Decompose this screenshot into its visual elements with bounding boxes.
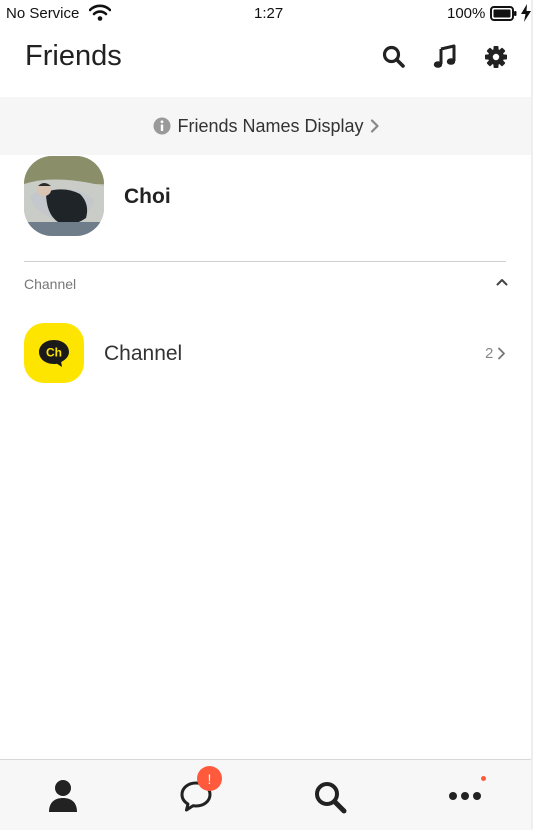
channel-icon-text: Ch [46,346,62,360]
friends-names-display-banner[interactable]: Friends Names Display [0,97,533,155]
tab-chats[interactable] [156,760,236,830]
divider [24,261,506,262]
search-icon[interactable] [381,44,407,70]
music-icon[interactable] [432,44,458,70]
channel-section-header: Channel [24,276,508,296]
my-profile-row[interactable]: Choi [0,155,533,237]
battery-percentage: 100% [447,5,486,22]
avatar[interactable] [24,156,104,236]
gear-icon[interactable] [483,44,509,70]
more-notification-dot [481,776,486,781]
channel-item-label: Channel [104,342,183,365]
clock-time: 1:27 [254,5,284,22]
carrier-label: No Service [6,5,80,22]
tab-bar [0,759,533,830]
page-title: Friends [25,40,122,72]
channel-count: 2 [485,345,494,362]
chevron-up-icon[interactable] [496,276,508,288]
tab-more[interactable] [425,760,505,830]
person-icon [49,780,77,812]
tab-search[interactable] [290,760,370,830]
chat-unread-badge: ! [197,766,222,791]
channel-icon: Ch [24,323,84,383]
chevron-right-icon [497,347,506,360]
info-icon [153,117,171,135]
header: Friends [0,28,533,94]
wifi-icon [88,4,112,27]
profile-name: Choi [124,185,171,208]
status-bar: No Service 1:27 100% [0,0,533,28]
friends-names-display-label: Friends Names Display [177,115,364,136]
channel-section-label: Channel [24,276,77,292]
search-icon [315,782,347,814]
more-icon [449,792,481,800]
battery-icon [490,6,518,27]
tab-friends[interactable] [23,760,103,830]
chevron-right-icon [370,119,380,133]
channel-list-item[interactable]: Ch Channel 2 [0,322,533,384]
